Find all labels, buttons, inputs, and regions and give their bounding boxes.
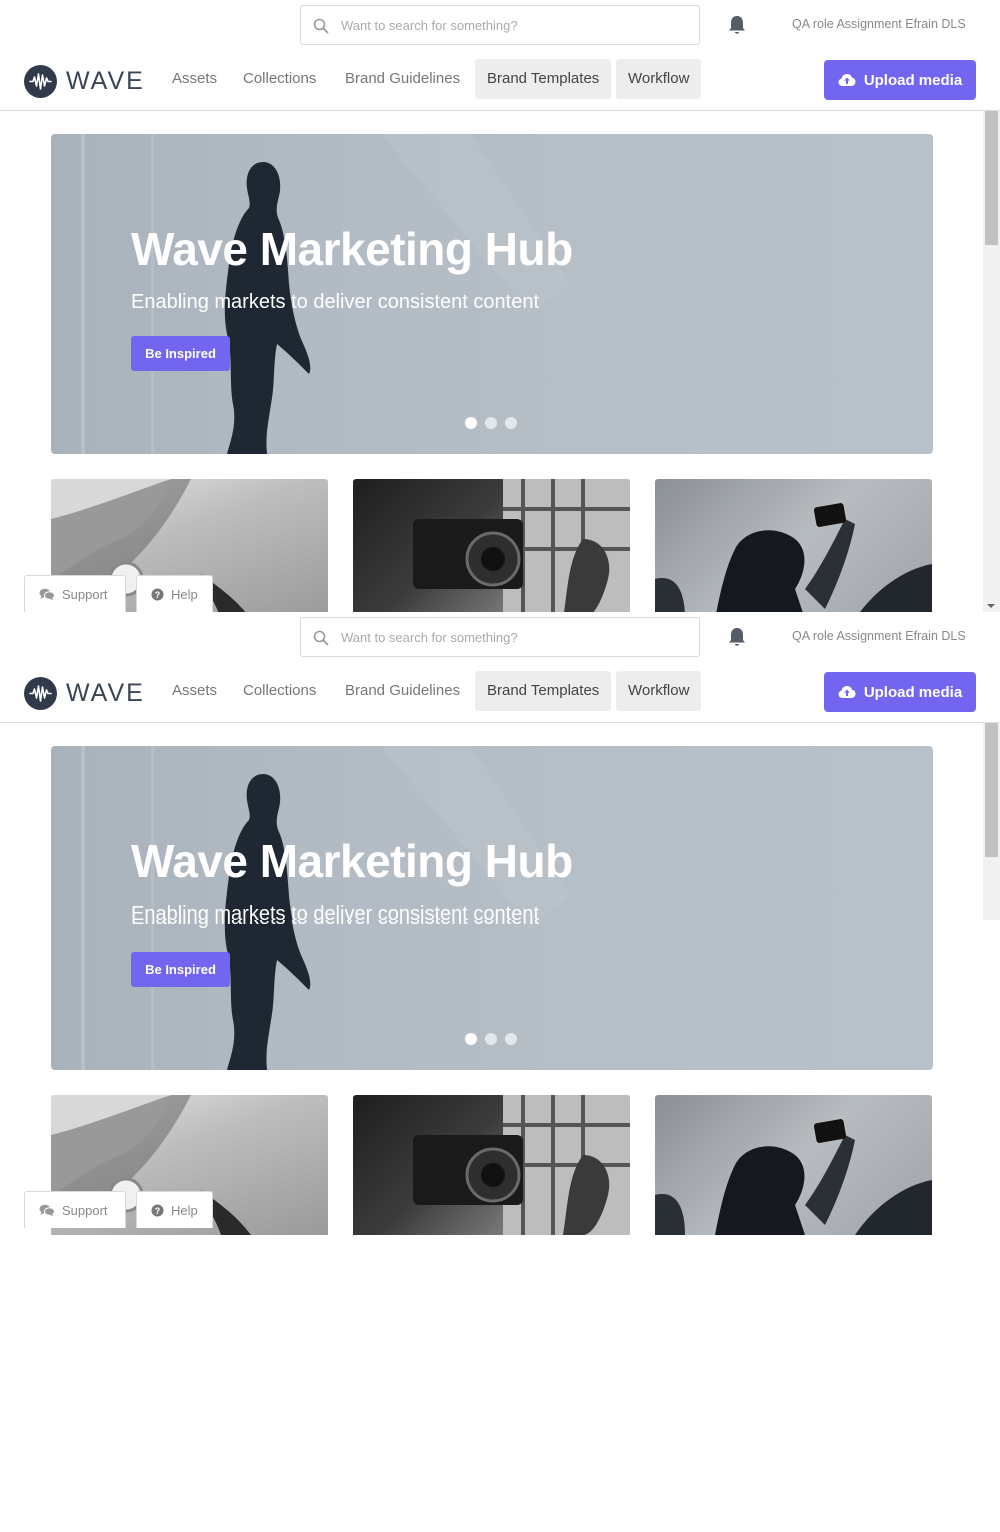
viewport-frame: QA role Assignment Efrain DLS WAVE Asset…: [0, 0, 1000, 612]
nav-brand-guidelines[interactable]: Brand Guidelines: [333, 59, 472, 99]
main-nav: WAVE Assets Collections Brand Guidelines…: [0, 55, 1000, 111]
viewport-frame: QA role Assignment Efrain DLS WAVE Asset…: [0, 920, 1000, 1532]
nav-collections[interactable]: Collections: [231, 671, 328, 711]
wave-logo-icon: [24, 64, 57, 98]
nav-brand-templates[interactable]: Brand Templates: [475, 59, 612, 99]
upload-media-button[interactable]: Upload media: [824, 672, 976, 712]
nav-collections[interactable]: Collections: [231, 59, 328, 99]
question-circle-icon: ?: [151, 1204, 164, 1216]
hero-subtitle: Enabling markets to deliver consistent c…: [131, 920, 539, 930]
user-name[interactable]: QA role Assignment Efrain DLS: [792, 629, 966, 643]
upload-media-button[interactable]: Upload media: [824, 60, 976, 100]
logo-text: WAVE: [66, 678, 145, 707]
search-icon: [313, 18, 329, 34]
nav-brand-templates[interactable]: Brand Templates: [475, 671, 612, 711]
cloud-upload-icon: [838, 686, 856, 698]
carousel-dots: [465, 1033, 517, 1045]
carousel-dot[interactable]: [485, 417, 497, 429]
hero-banner: Wave Marketing Hub Enabling markets to d…: [51, 920, 933, 1070]
wave-logo[interactable]: WAVE: [24, 676, 145, 710]
tile-phone-photo-image[interactable]: [655, 479, 932, 612]
help-label: Help: [171, 586, 198, 602]
tile-phone-photo-image[interactable]: [655, 1095, 932, 1235]
carousel-dot[interactable]: [465, 417, 477, 429]
be-inspired-button[interactable]: Be Inspired: [131, 952, 230, 987]
user-name[interactable]: QA role Assignment Efrain DLS: [792, 17, 966, 31]
carousel-dot[interactable]: [485, 1033, 497, 1045]
search-icon: [313, 630, 329, 646]
support-label: Support: [62, 586, 108, 602]
wave-logo-icon: [24, 676, 57, 710]
carousel-dots: [465, 417, 517, 429]
support-button[interactable]: Support: [24, 575, 126, 612]
svg-text:?: ?: [155, 1206, 161, 1216]
wave-logo[interactable]: WAVE: [24, 64, 145, 98]
upload-media-label: Upload media: [863, 71, 963, 89]
question-circle-icon: ?: [151, 588, 164, 600]
cloud-upload-icon: [838, 74, 856, 86]
scroll-down-arrow-icon[interactable]: [987, 604, 995, 608]
scrollbar-thumb[interactable]: [985, 723, 998, 857]
search-input[interactable]: [341, 618, 691, 656]
support-button[interactable]: Support: [24, 1191, 126, 1228]
nav-assets[interactable]: Assets: [160, 59, 229, 99]
hero-title: Wave Marketing Hub: [131, 223, 573, 275]
hero-title: Wave Marketing Hub: [131, 835, 573, 887]
support-label: Support: [62, 1202, 108, 1218]
hero-subtitle: Enabling markets to deliver consistent c…: [131, 291, 539, 313]
hero-banner: Wave Marketing Hub Enabling markets to d…: [51, 134, 933, 454]
nav-workflow[interactable]: Workflow: [616, 671, 702, 711]
help-label: Help: [171, 1202, 198, 1218]
carousel-dot[interactable]: [505, 1033, 517, 1045]
page-scrollbar[interactable]: [983, 111, 1000, 612]
main-nav: WAVE Assets Collections Brand Guidelines…: [0, 667, 1000, 723]
nav-workflow[interactable]: Workflow: [616, 59, 702, 99]
nav-assets[interactable]: Assets: [160, 671, 229, 711]
help-button[interactable]: ? Help: [136, 575, 213, 612]
tile-camera-image[interactable]: [353, 479, 630, 612]
search-box[interactable]: [300, 5, 700, 45]
chat-icon: [39, 1204, 55, 1216]
carousel-dot[interactable]: [465, 1033, 477, 1045]
tile-camera-image[interactable]: [353, 1095, 630, 1235]
carousel-dot[interactable]: [505, 417, 517, 429]
search-input[interactable]: [341, 6, 691, 44]
upload-media-label: Upload media: [863, 683, 963, 701]
hero-background-image: [81, 920, 545, 1070]
chat-icon: [39, 588, 55, 600]
help-button[interactable]: ? Help: [136, 1191, 213, 1228]
scrollbar-thumb[interactable]: [985, 111, 998, 245]
bell-icon[interactable]: [726, 14, 748, 36]
be-inspired-button[interactable]: Be Inspired: [131, 336, 230, 371]
logo-text: WAVE: [66, 66, 145, 95]
svg-text:?: ?: [155, 590, 161, 600]
search-box[interactable]: [300, 617, 700, 657]
bell-icon[interactable]: [726, 626, 748, 648]
nav-brand-guidelines[interactable]: Brand Guidelines: [333, 671, 472, 711]
